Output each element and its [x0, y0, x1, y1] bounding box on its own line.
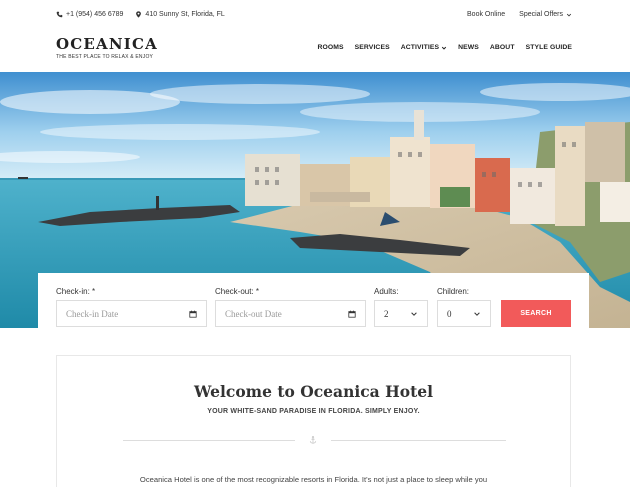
welcome-title: Welcome to Oceanica Hotel: [194, 382, 433, 401]
chevron-down-icon: [411, 311, 417, 316]
special-offers-label: Special Offers: [519, 11, 563, 18]
nav-item-rooms[interactable]: ROOMS: [317, 44, 343, 51]
nav-item-activities-label: ACTIVITIES: [400, 44, 440, 51]
adults-select[interactable]: 2: [374, 300, 428, 327]
address-text: 410 Sunny St, Florida, FL: [145, 11, 225, 18]
welcome-subtitle: YOUR WHITE-SAND PARADISE IN FLORIDA. SIM…: [207, 408, 420, 415]
checkout-placeholder: Check-out Date: [225, 308, 282, 319]
site-logo[interactable]: OCEANICA THE BEST PLACE TO RELAX & ENJOY: [56, 35, 158, 60]
required-mark: *: [92, 287, 96, 296]
book-online-link[interactable]: Book Online: [467, 11, 505, 18]
nav-item-activities[interactable]: ACTIVITIES: [401, 44, 447, 51]
calendar-icon: [348, 310, 356, 318]
required-mark: *: [255, 287, 260, 296]
adults-label: Adults:: [374, 287, 399, 296]
contact-info: +1 (954) 456 6789 410 Sunny St, Florida,…: [56, 11, 225, 18]
booking-form: Check-in: * Check-in Date Check-out: * C…: [38, 273, 589, 338]
nav-item-services[interactable]: SERVICES: [355, 44, 390, 51]
map-pin-icon: [136, 11, 142, 18]
top-links: Book Online Special Offers: [467, 11, 572, 18]
phone-number: +1 (954) 456 6789: [66, 11, 124, 18]
main-nav: ROOMS SERVICES ACTIVITIES NEWS ABOUT STY…: [317, 44, 572, 51]
chevron-down-icon: [566, 13, 572, 16]
checkin-input[interactable]: Check-in Date: [56, 300, 207, 327]
address-contact: 410 Sunny St, Florida, FL: [135, 11, 225, 18]
phone-contact[interactable]: +1 (954) 456 6789: [56, 11, 123, 18]
nav-item-style-guide[interactable]: STYLE GUIDE: [526, 44, 572, 51]
nav-item-news[interactable]: NEWS: [458, 44, 479, 51]
adults-field: Adults: 2: [374, 287, 428, 327]
children-field: Children: 0: [437, 287, 491, 327]
search-button[interactable]: SEARCH: [501, 300, 571, 327]
logo-tagline: THE BEST PLACE TO RELAX & ENJOY: [56, 54, 154, 60]
divider-left: [123, 440, 295, 441]
children-label: Children:: [437, 287, 470, 296]
welcome-section: Welcome to Oceanica Hotel YOUR WHITE-SAN…: [56, 355, 571, 487]
checkout-input[interactable]: Check-out Date: [215, 300, 366, 327]
special-offers-menu[interactable]: Special Offers: [519, 11, 572, 18]
checkout-label: Check-out: *: [215, 287, 260, 296]
checkout-field: Check-out: * Check-out Date: [215, 287, 366, 327]
adults-value: 2: [384, 308, 389, 319]
checkin-field: Check-in: * Check-in Date: [56, 287, 207, 327]
chevron-down-icon: [474, 311, 480, 316]
top-bar: +1 (954) 456 6789 410 Sunny St, Florida,…: [0, 0, 630, 32]
divider-right: [331, 440, 506, 441]
checkin-placeholder: Check-in Date: [66, 308, 119, 319]
phone-icon: [56, 11, 63, 18]
children-select[interactable]: 0: [437, 300, 491, 327]
logo-name: OCEANICA: [56, 35, 158, 53]
nav-item-about[interactable]: ABOUT: [490, 44, 515, 51]
checkin-label: Check-in: *: [56, 287, 96, 296]
calendar-icon: [189, 310, 197, 318]
chevron-down-icon: [441, 46, 447, 50]
children-value: 0: [447, 308, 452, 319]
site-header: OCEANICA THE BEST PLACE TO RELAX & ENJOY…: [0, 32, 630, 72]
welcome-body: Oceanica Hotel is one of the most recogn…: [139, 475, 488, 484]
anchor-icon: [309, 436, 317, 444]
